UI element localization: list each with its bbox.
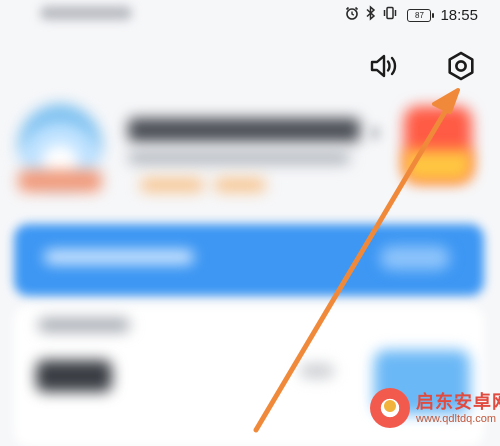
vibrate-icon (382, 5, 398, 26)
status-time: 18:55 (440, 6, 478, 24)
alarm-icon (344, 5, 360, 26)
bluetooth-icon (365, 4, 377, 26)
avatar-badge (18, 170, 102, 192)
calendar-icon-base (404, 150, 472, 182)
speaker-button[interactable] (366, 48, 402, 84)
card-label-blurred (300, 364, 334, 378)
watermark-logo-icon (370, 388, 410, 428)
watermark: 启东安卓网 www.qdltdq.com (360, 380, 500, 438)
level-tag-blurred (214, 178, 266, 192)
status-bar: 87 18:55 (0, 0, 500, 30)
username-blurred (128, 118, 360, 142)
settings-gear-icon (443, 51, 479, 88)
battery-icon: 87 (407, 8, 435, 22)
banner-text-blurred (44, 250, 194, 264)
carrier-info-blurred (40, 6, 132, 20)
watermark-url: www.qdltdq.com (416, 413, 497, 425)
account-info-blurred (128, 152, 350, 164)
member-tag-blurred (140, 178, 204, 192)
card-amount-blurred (36, 360, 112, 392)
watermark-title: 启东安卓网 (416, 392, 500, 412)
battery-level: 87 (415, 10, 424, 20)
speaker-icon (366, 54, 402, 88)
banner-button-blurred[interactable] (380, 246, 450, 270)
status-icons: 87 18:55 (344, 4, 478, 26)
chevron-right-icon (370, 126, 380, 140)
card-title-blurred (38, 318, 130, 332)
settings-button[interactable] (443, 48, 479, 84)
